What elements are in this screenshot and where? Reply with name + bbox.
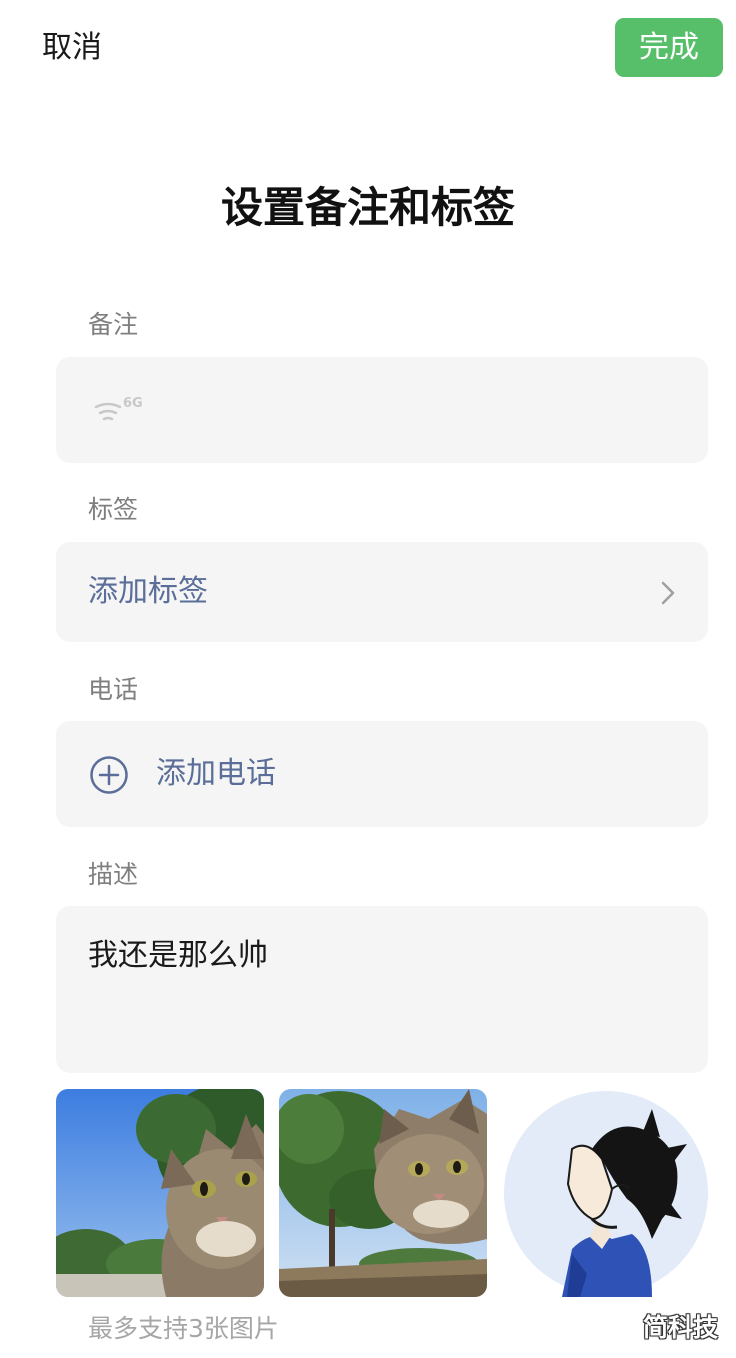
remark-input[interactable]: 6G: [56, 357, 708, 463]
cat-photo-1-image: [56, 1089, 264, 1297]
plus-circle-icon: [90, 756, 128, 794]
done-button[interactable]: 完成: [615, 18, 723, 77]
signal-6g-icon: 6G: [94, 396, 143, 421]
add-phone-row[interactable]: 添加电话: [56, 721, 708, 827]
tags-label: 标签: [88, 495, 139, 524]
photo-thumbnail-avatar[interactable]: [502, 1089, 710, 1297]
page-title: 设置备注和标签: [220, 183, 515, 232]
add-tag-row[interactable]: 添加标签: [56, 542, 708, 642]
chevron-right-icon: [661, 581, 675, 605]
signal-6g-text: 6G: [123, 396, 143, 411]
add-tag-label: 添加标签: [88, 574, 208, 609]
remark-label: 备注: [88, 310, 139, 339]
cat-photo-2-image: [279, 1089, 487, 1297]
top-bar: 取消 完成: [0, 0, 736, 100]
add-phone-label: 添加电话: [156, 756, 276, 791]
photo-thumbnail-cat-2[interactable]: [279, 1089, 487, 1297]
anime-avatar-image: [502, 1089, 710, 1297]
watermark: 简科技: [643, 1313, 719, 1342]
description-label: 描述: [88, 860, 139, 889]
photo-limit-hint: 最多支持3张图片: [88, 1314, 279, 1343]
phone-label: 电话: [88, 675, 139, 704]
cancel-button[interactable]: 取消: [42, 28, 102, 68]
photo-thumbnail-cat-1[interactable]: [56, 1089, 264, 1297]
description-text: 我还是那么帅: [88, 938, 268, 973]
description-input[interactable]: 我还是那么帅: [56, 906, 708, 1073]
